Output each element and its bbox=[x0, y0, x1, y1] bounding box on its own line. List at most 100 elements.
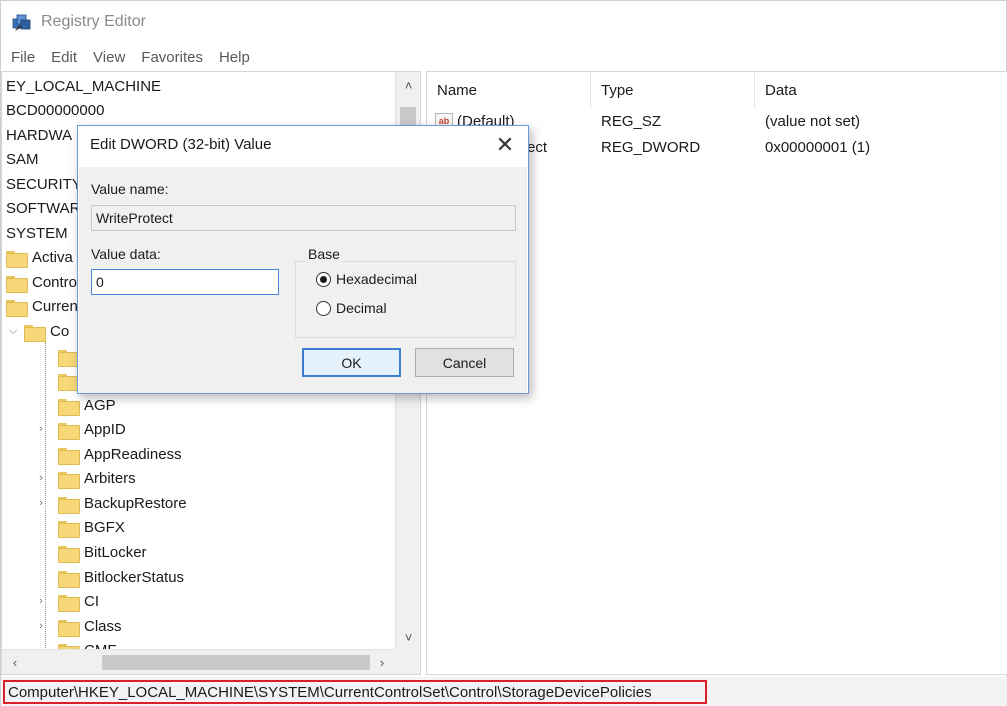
registry-editor-window: Registry Editor File Edit View Favorites… bbox=[0, 0, 1007, 706]
chevron-right-icon[interactable]: › bbox=[371, 650, 393, 674]
tree-item-label: BackupRestore bbox=[84, 494, 187, 512]
tree-item-label: BitlockerStatus bbox=[84, 568, 185, 586]
chevron-right-icon[interactable]: › bbox=[34, 417, 48, 441]
tree-item-label: AppReadiness bbox=[84, 445, 182, 463]
tree-item-backuprestore[interactable]: › BackupRestore bbox=[34, 491, 187, 515]
tree-item-system[interactable]: SYSTEM bbox=[6, 221, 68, 245]
status-bar: Computer\HKEY_LOCAL_MACHINE\SYSTEM\Curre… bbox=[1, 677, 1007, 706]
column-header-data[interactable]: Data bbox=[755, 72, 1007, 108]
cancel-button[interactable]: Cancel bbox=[415, 348, 514, 377]
menu-favorites[interactable]: Favorites bbox=[141, 49, 203, 66]
tree-item-hklm[interactable]: EY_LOCAL_MACHINE bbox=[6, 74, 161, 98]
folder-icon bbox=[58, 569, 80, 588]
chevron-down-icon[interactable]: ˅ bbox=[396, 626, 420, 648]
chevron-right-icon[interactable]: › bbox=[34, 466, 48, 490]
menu-bar: File Edit View Favorites Help bbox=[1, 43, 266, 71]
tree-item-currentcontrolset[interactable]: Curren bbox=[6, 294, 78, 318]
tree-item-label: AGP bbox=[84, 396, 116, 414]
radio-decimal[interactable]: Decimal bbox=[316, 300, 387, 316]
folder-icon bbox=[58, 421, 80, 440]
tree-item-label: BCD00000000 bbox=[6, 101, 105, 119]
radio-checked-icon[interactable] bbox=[316, 271, 331, 287]
folder-icon bbox=[6, 298, 28, 317]
tree-item-label: SOFTWAR bbox=[6, 199, 81, 217]
chevron-up-icon[interactable]: ˄ bbox=[396, 74, 420, 96]
tree-item-label: Contro bbox=[32, 273, 78, 291]
folder-icon bbox=[24, 323, 46, 342]
tree-item-label: EY_LOCAL_MACHINE bbox=[6, 77, 162, 95]
tree-item-label: SAM bbox=[6, 150, 39, 168]
tree-item-activation[interactable]: Activa bbox=[6, 245, 73, 269]
folder-icon bbox=[58, 470, 80, 489]
tree-item-appreadiness[interactable]: AppReadiness bbox=[58, 442, 182, 466]
tree-item-bcd[interactable]: BCD00000000 bbox=[6, 98, 104, 122]
tree-item-bitlocker[interactable]: BitLocker bbox=[58, 540, 147, 564]
tree-item-label: BitLocker bbox=[84, 543, 147, 561]
column-header-name[interactable]: Name bbox=[427, 72, 591, 108]
folder-icon bbox=[58, 495, 80, 514]
value-data: 0x00000001 (1) bbox=[765, 138, 871, 156]
folder-icon bbox=[58, 372, 80, 391]
base-label: Base bbox=[306, 246, 342, 262]
tree-item-label: HARDWA bbox=[6, 126, 73, 144]
dialog-body: Value name: WriteProtect Value data: 0 B… bbox=[79, 167, 527, 393]
scrollbar-corner bbox=[395, 649, 420, 674]
tree-item-agp[interactable]: AGP bbox=[58, 393, 116, 417]
registry-editor-icon bbox=[12, 14, 31, 31]
radio-unchecked-icon[interactable] bbox=[316, 300, 331, 316]
column-header-type[interactable]: Type bbox=[591, 72, 755, 108]
ok-button[interactable]: OK bbox=[302, 348, 401, 377]
close-icon[interactable]: ✕ bbox=[492, 132, 518, 158]
tree-item-label: AppID bbox=[84, 420, 126, 438]
value-data-label: Value data: bbox=[91, 246, 161, 262]
value-data: (value not set) bbox=[765, 112, 861, 130]
folder-icon bbox=[58, 593, 80, 612]
radio-label: Hexadecimal bbox=[336, 271, 417, 287]
folder-icon bbox=[58, 446, 80, 465]
tree-item-class[interactable]: › Class bbox=[34, 614, 122, 638]
value-name-field[interactable]: WriteProtect bbox=[91, 205, 516, 231]
tree-item-ci[interactable]: › CI bbox=[34, 589, 99, 613]
tree-item-software[interactable]: SOFTWAR bbox=[6, 196, 80, 220]
folder-icon bbox=[58, 348, 80, 367]
value-type: REG_SZ bbox=[601, 112, 662, 130]
menu-file[interactable]: File bbox=[11, 49, 35, 66]
title-bar: Registry Editor bbox=[1, 1, 1006, 43]
tree-item-control[interactable]: ⌵ Co bbox=[6, 319, 69, 343]
tree-item-controlset[interactable]: Contro bbox=[6, 270, 77, 294]
menu-view[interactable]: View bbox=[93, 49, 125, 66]
chevron-down-icon[interactable]: ⌵ bbox=[6, 319, 20, 343]
value-type: REG_DWORD bbox=[601, 138, 701, 156]
tree-item-label: Co bbox=[50, 322, 70, 340]
tree-horizontal-scrollbar[interactable]: ‹ › bbox=[2, 649, 395, 674]
folder-icon bbox=[58, 544, 80, 563]
tree-item-bitlockerstatus[interactable]: BitlockerStatus bbox=[58, 565, 184, 589]
scrollbar-thumb[interactable] bbox=[102, 655, 370, 670]
chevron-right-icon[interactable]: › bbox=[34, 614, 48, 638]
menu-help[interactable]: Help bbox=[219, 49, 250, 66]
edit-dword-dialog: Edit DWORD (32-bit) Value ✕ Value name: … bbox=[77, 125, 529, 394]
tree-item-label: Curren bbox=[32, 297, 78, 315]
tree-item-label: SECURITY bbox=[6, 175, 82, 193]
tree-item-bgfx[interactable]: BGFX bbox=[58, 515, 125, 539]
radio-label: Decimal bbox=[336, 300, 387, 316]
tree-item-sam[interactable]: SAM bbox=[6, 147, 39, 171]
tree-item-label: Activa bbox=[32, 248, 73, 266]
chevron-left-icon[interactable]: ‹ bbox=[4, 650, 26, 674]
chevron-right-icon[interactable]: › bbox=[34, 589, 48, 613]
tree-item-label: SYSTEM bbox=[6, 224, 68, 242]
tree-item-security[interactable]: SECURITY bbox=[6, 172, 82, 196]
registry-path-address[interactable]: Computer\HKEY_LOCAL_MACHINE\SYSTEM\Curre… bbox=[3, 680, 707, 704]
value-data-input[interactable]: 0 bbox=[91, 269, 279, 295]
menu-edit[interactable]: Edit bbox=[51, 49, 77, 66]
value-name: ect bbox=[527, 138, 548, 156]
tree-item-hardware[interactable]: HARDWA bbox=[6, 123, 72, 147]
radio-hexadecimal[interactable]: Hexadecimal bbox=[316, 271, 417, 287]
tree-item-arbiters[interactable]: › Arbiters bbox=[34, 466, 136, 490]
chevron-right-icon[interactable]: › bbox=[34, 491, 48, 515]
tree-item-appid[interactable]: › AppID bbox=[34, 417, 126, 441]
folder-icon bbox=[58, 519, 80, 538]
values-header: Name Type Data bbox=[427, 72, 1007, 108]
folder-icon bbox=[58, 618, 80, 637]
tree-item-label: Arbiters bbox=[84, 469, 136, 487]
